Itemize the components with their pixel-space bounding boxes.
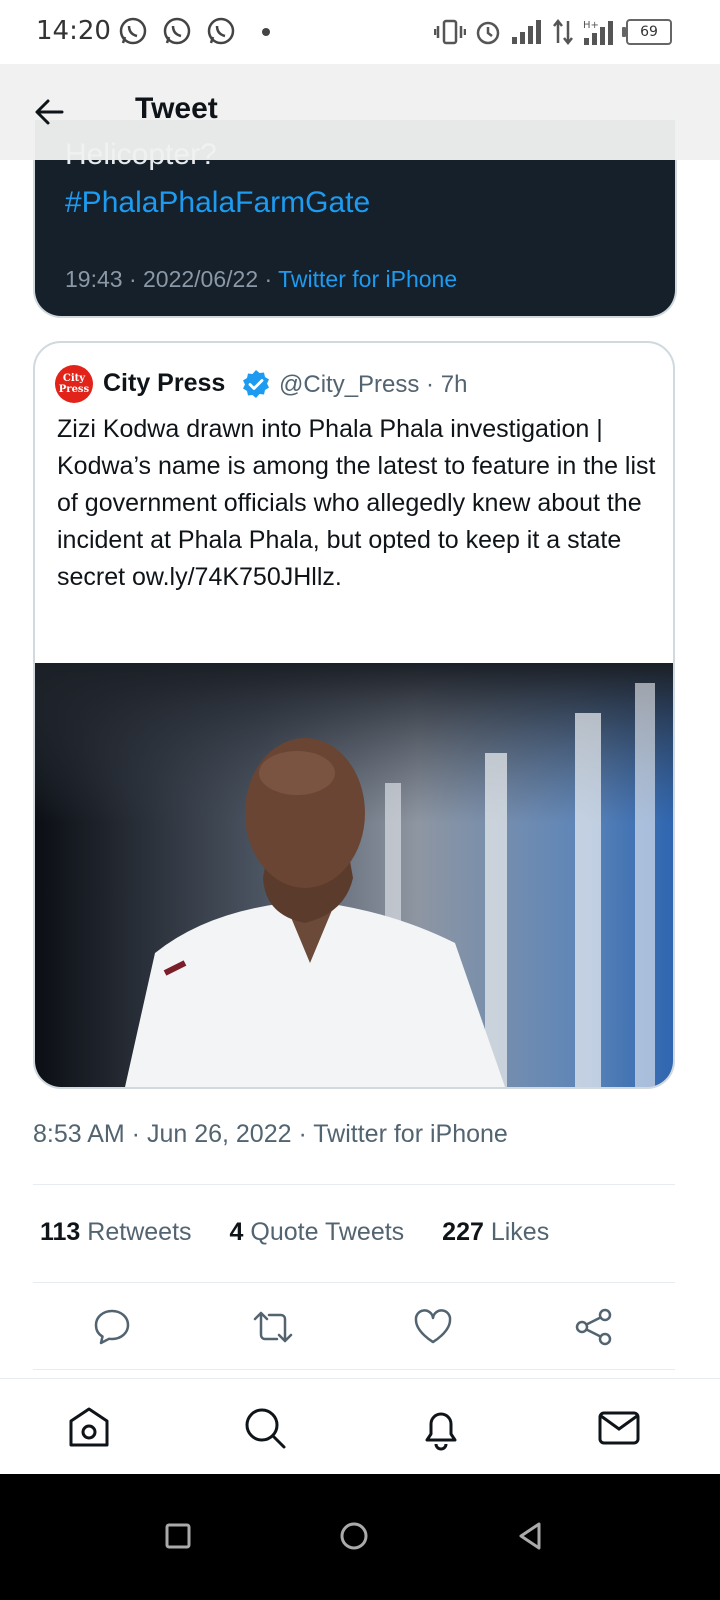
battery-icon: 69 [622, 19, 672, 45]
home-button[interactable] [336, 1518, 372, 1554]
status-bar: 14:20 H+ 69 [0, 0, 720, 64]
tweet-photo[interactable] [35, 663, 673, 1087]
system-navigation-bar [0, 1474, 720, 1600]
status-time: 14:20 [36, 16, 111, 46]
quote-tweets-stat[interactable]: 4 Quote Tweets [230, 1218, 405, 1247]
svg-text:H+: H+ [583, 20, 599, 31]
top-app-bar: Tweet [0, 64, 720, 160]
author-name[interactable]: City Press [103, 369, 225, 398]
divider [33, 1369, 675, 1370]
vibrate-icon [434, 19, 466, 45]
engagement-stats: 113 Retweets 4 Quote Tweets 227 Likes [40, 1218, 549, 1247]
tweet-meta: 19:43 · 2022/06/22 · Twitter for iPhone [65, 266, 457, 293]
author-handle-time: @City_Press · 7h [279, 371, 468, 398]
reply-icon[interactable] [90, 1305, 134, 1349]
whatsapp-icon [207, 17, 235, 45]
divider [33, 1282, 675, 1283]
likes-stat[interactable]: 227 Likes [442, 1218, 549, 1247]
notifications-icon[interactable] [418, 1405, 464, 1451]
divider [33, 1184, 675, 1185]
share-icon[interactable] [572, 1305, 616, 1349]
search-icon[interactable] [242, 1405, 288, 1451]
back-button[interactable] [512, 1518, 548, 1554]
page-title: Tweet [135, 92, 218, 125]
back-arrow-icon[interactable] [30, 92, 70, 132]
quoted-tweet-card[interactable]: City Press City Press @City_Press · 7h Z… [33, 341, 675, 1089]
status-icons: H+ 69 [434, 16, 672, 48]
bottom-navigation [0, 1378, 720, 1475]
tweet-timestamp: 8:53 AM · Jun 26, 2022 · Twitter for iPh… [33, 1120, 508, 1148]
like-icon[interactable] [411, 1305, 455, 1349]
signal-icon [512, 20, 541, 44]
tweet-date: 19:43 · 2022/06/22 · [65, 266, 279, 292]
messages-icon[interactable] [596, 1405, 642, 1451]
data-arrows-icon [553, 19, 573, 45]
tweet-text: Zizi Kodwa drawn into Phala Phala invest… [57, 415, 656, 591]
h-plus-signal-icon: H+ [583, 20, 613, 45]
whatsapp-icon [163, 17, 191, 45]
verified-badge-icon [243, 370, 269, 398]
alarm-icon [476, 21, 500, 45]
avatar[interactable]: City Press [55, 365, 93, 403]
notification-dot [262, 28, 270, 36]
hashtag-link[interactable]: #PhalaPhalaFarmGate [65, 186, 370, 220]
home-icon[interactable] [66, 1405, 112, 1451]
recents-button[interactable] [160, 1518, 196, 1554]
whatsapp-icon [119, 17, 147, 45]
retweets-stat[interactable]: 113 Retweets [40, 1218, 192, 1247]
retweet-icon[interactable] [251, 1305, 295, 1349]
source-link[interactable]: Twitter for iPhone [278, 266, 457, 292]
